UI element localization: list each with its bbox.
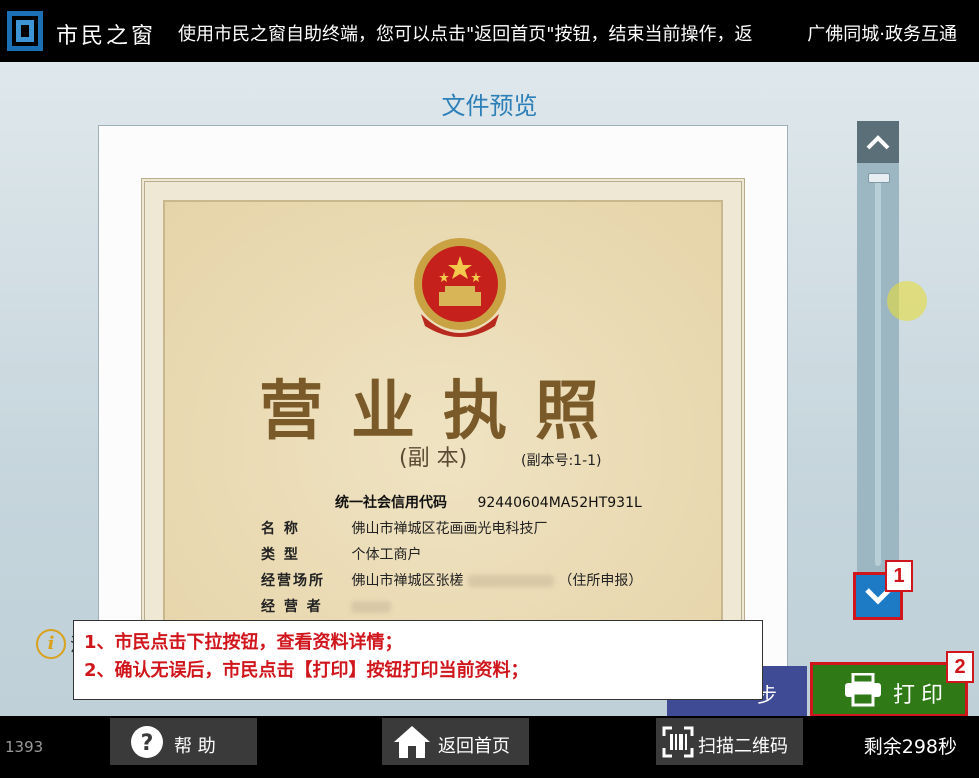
chevron-up-icon (866, 135, 890, 150)
annotation-line-2: 2、确认无误后，市民点击【打印】按钮打印当前资料； (84, 660, 529, 681)
info-icon: i (36, 629, 66, 659)
field-row-address: 经营场所 佛山市禅城区张槎 （住所申报） (261, 570, 642, 590)
touch-indicator (887, 281, 927, 321)
field-value: 个体工商户 (351, 547, 422, 563)
field-label: 经 营 者 (261, 599, 323, 615)
bottom-bar: 1393 ? 帮 助 返回首页 扫描二维码 剩余298秒 (0, 716, 979, 778)
help-label: 帮 助 (174, 736, 216, 757)
home-label: 返回首页 (438, 736, 510, 757)
print-label: 打印 (893, 683, 950, 708)
terminal-id: 1393 (5, 738, 44, 756)
home-icon (394, 726, 430, 758)
help-icon: ? (131, 726, 163, 758)
copy-number: (副本号:1-1) (521, 453, 602, 469)
svg-text:?: ? (141, 731, 154, 756)
redacted-text (467, 575, 554, 587)
field-label: 经营场所 (261, 573, 325, 589)
credit-code-label: 统一社会信用代码 (335, 495, 447, 511)
app-name: 市民之窗 (56, 24, 157, 49)
license-paper: 营业执照 (副 本) (副本号:1-1) 统一社会信用代码 92440604MA… (141, 178, 745, 679)
top-bar: 市民之窗 使用市民之窗自助终端，您可以点击"返回首页"按钮，结束当前操作，返 广… (0, 0, 979, 62)
marquee-notice: 使用市民之窗自助终端，您可以点击"返回首页"按钮，结束当前操作，返 (178, 24, 753, 45)
annotation-line-1: 1、市民点击下拉按钮，查看资料详情； (84, 632, 403, 653)
print-button[interactable]: 打印 (810, 662, 968, 717)
document-preview[interactable]: 营业执照 (副 本) (副本号:1-1) 统一社会信用代码 92440604MA… (98, 125, 788, 680)
help-button[interactable]: ? 帮 助 (110, 718, 257, 765)
field-label: 类 型 (261, 547, 300, 563)
scan-qr-button[interactable]: 扫描二维码 (656, 718, 803, 765)
callout-number-2: 2 (946, 651, 974, 683)
home-button[interactable]: 返回首页 (382, 718, 529, 765)
field-row-operator: 经 营 者 (261, 596, 392, 616)
field-value: 佛山市禅城区花画画光电科技厂 (351, 521, 548, 537)
scroll-thumb[interactable] (868, 173, 890, 183)
license-body: 营业执照 (副 本) (副本号:1-1) 统一社会信用代码 92440604MA… (163, 200, 723, 679)
qr-scan-icon (662, 726, 694, 758)
scrollbar[interactable] (857, 121, 899, 618)
field-row-name: 名 称 佛山市禅城区花画画光电科技厂 (261, 518, 547, 538)
printer-icon (845, 673, 881, 707)
callout-number-1: 1 (885, 560, 913, 592)
credit-code-row: 统一社会信用代码 92440604MA52HT931L (335, 492, 642, 512)
field-suffix: （住所申报） (558, 573, 643, 589)
license-title: 营业执照 (259, 374, 627, 449)
annotation-box: 1、市民点击下拉按钮，查看资料详情； 2、确认无误后，市民点击【打印】按钮打印当… (73, 620, 763, 700)
field-row-type: 类 型 个体工商户 (261, 544, 421, 564)
copy-label: (副 本) (399, 446, 468, 471)
region-label: 广佛同城·政务互通 (807, 24, 957, 45)
info-notice: i 注 (36, 629, 88, 659)
app-logo-icon (7, 11, 43, 51)
countdown-timer: 剩余298秒 (863, 736, 957, 758)
credit-code-value: 92440604MA52HT931L (477, 495, 642, 511)
field-value: 佛山市禅城区张槎 (351, 573, 464, 589)
scan-qr-label: 扫描二维码 (698, 736, 788, 757)
page-title: 文件预览 (441, 92, 538, 120)
scroll-up-button[interactable] (857, 121, 899, 163)
scroll-rail (875, 181, 881, 566)
redacted-text (351, 601, 392, 613)
main-area: 文件预览 营业执照 (副 本) (副本号:1-1) 统一社会信用代码 92440… (0, 62, 979, 717)
field-label: 名 称 (261, 521, 300, 537)
national-emblem-icon (414, 238, 506, 337)
